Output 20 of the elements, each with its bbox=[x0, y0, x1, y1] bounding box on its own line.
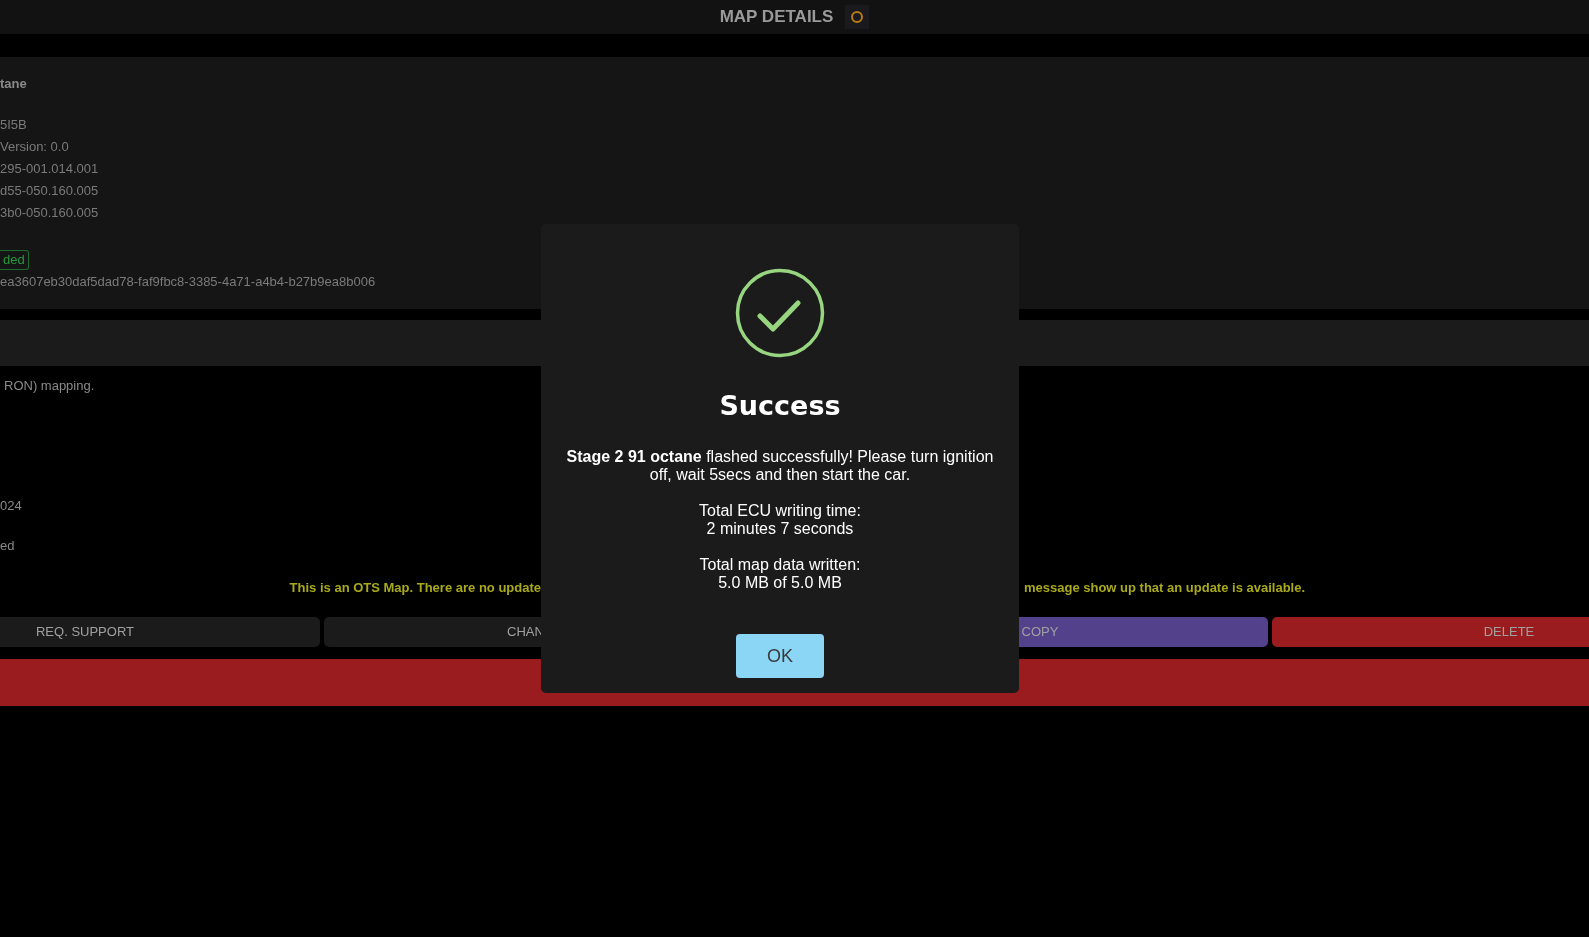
stat-value: 2 minutes 7 seconds bbox=[706, 520, 854, 538]
stat-label: Total map data written: bbox=[699, 556, 861, 574]
detail-text: 295-001.014.001 bbox=[0, 160, 100, 178]
notice-text: message show up that an update is available. bbox=[1023, 579, 1307, 598]
dialog-message: Stage 2 91 octane flashed successfully! Please turn ignition off, wait 5secs and then start the car. bbox=[565, 448, 995, 484]
detail-text: d55-050.160.005 bbox=[0, 182, 100, 200]
dialog-title: Success bbox=[719, 389, 841, 423]
detail-text: 5I5B bbox=[0, 116, 28, 134]
description-text: 024 bbox=[0, 497, 22, 515]
status-tag: ded bbox=[0, 250, 29, 270]
page-title: MAP DETAILS bbox=[719, 6, 834, 29]
map-name: tane bbox=[0, 75, 28, 93]
stat-value: 5.0 MB of 5.0 MB bbox=[718, 574, 842, 592]
map-id: ea3607eb30daf5dad78-faf9fbc8-3385-4a71-a4b4-b27b9ea8b006 bbox=[0, 273, 377, 291]
description-text: RON) mapping. bbox=[3, 377, 95, 395]
description-text: ed bbox=[0, 537, 15, 555]
notice-text: This is an OTS Map. There are no update bbox=[289, 579, 541, 598]
detail-text: 3b0-050.160.005 bbox=[0, 204, 100, 222]
detail-text: Version: 0.0 bbox=[0, 138, 70, 156]
stat-label: Total ECU writing time: bbox=[699, 502, 861, 520]
